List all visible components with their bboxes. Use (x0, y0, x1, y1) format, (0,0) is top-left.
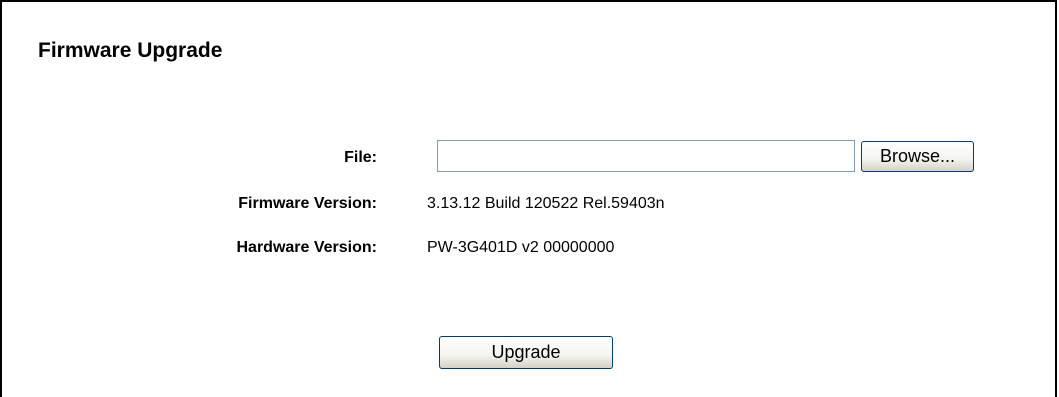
firmware-version-label: Firmware Version: (238, 195, 377, 212)
firmware-upgrade-panel: Firmware Upgrade File: Browse... Firmwar… (0, 0, 1057, 397)
file-path-input[interactable] (437, 140, 855, 172)
file-label: File: (344, 149, 377, 166)
browse-button[interactable]: Browse... (861, 141, 974, 172)
hardware-version-value: PW-3G401D v2 00000000 (427, 239, 615, 256)
page-title: Firmware Upgrade (38, 39, 223, 62)
firmware-version-value: 3.13.12 Build 120522 Rel.59403n (427, 195, 665, 212)
hardware-version-label: Hardware Version: (236, 239, 378, 256)
upgrade-button[interactable]: Upgrade (439, 336, 613, 369)
